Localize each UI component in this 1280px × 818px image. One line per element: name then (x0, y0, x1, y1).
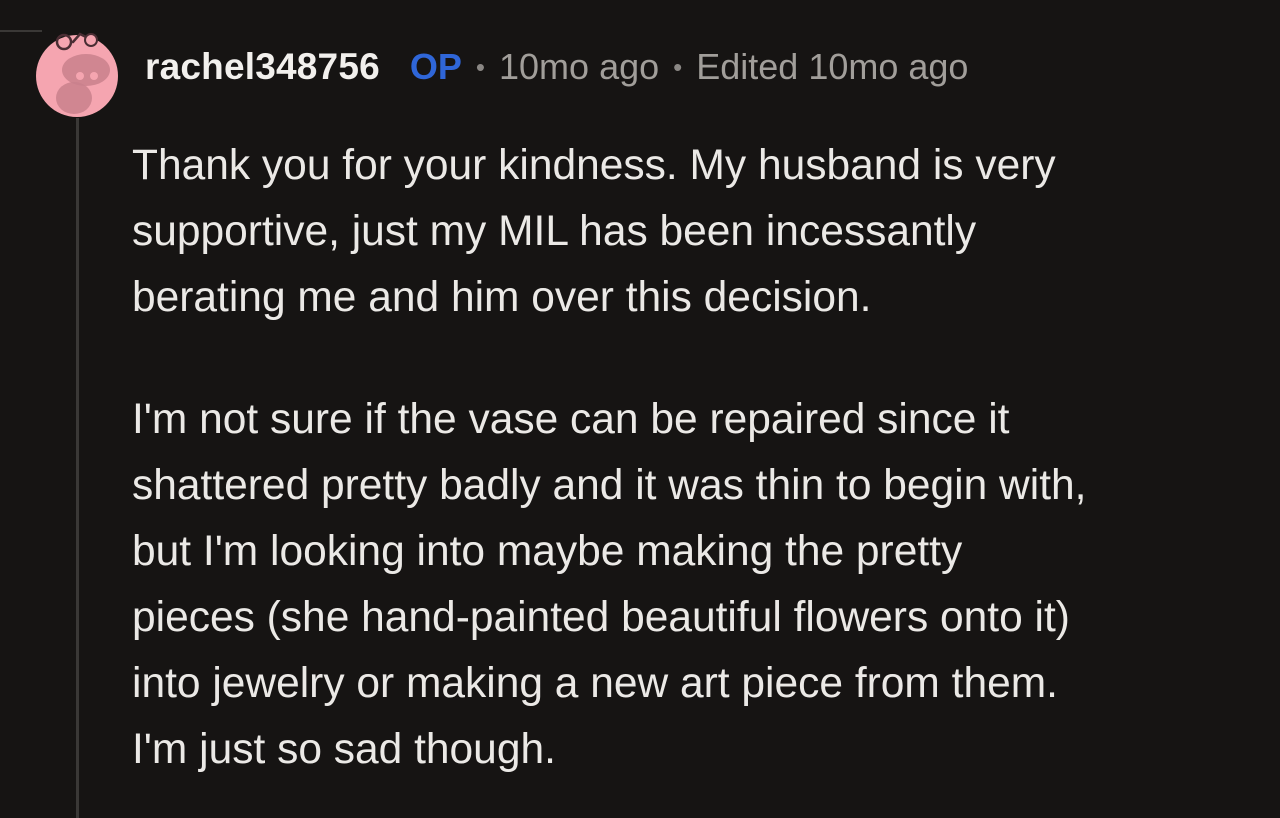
op-badge: OP (409, 46, 462, 87)
posted-timestamp[interactable]: 10mo ago (499, 46, 659, 88)
comment-paragraph: I'm not sure if the vase can be repaired… (132, 387, 1272, 783)
thread-line[interactable] (76, 118, 79, 818)
avatar[interactable] (36, 14, 118, 118)
comment-line: berating me and him over this decision. (132, 274, 872, 321)
edited-timestamp: Edited 10mo ago (696, 46, 969, 87)
snoo-avatar-icon (36, 32, 118, 117)
separator-dot: • (673, 51, 683, 82)
comment-line: Thank you for your kindness. My husband … (132, 142, 1056, 189)
comment-line: I'm not sure if the vase can be repaired… (132, 396, 1010, 443)
author-username[interactable]: rachel348756 (145, 46, 380, 88)
comment-body: Thank you for your kindness. My husband … (132, 133, 1272, 783)
comment-line: supportive, just my MIL has been incessa… (132, 208, 977, 255)
comment-line: shattered pretty badly and it was thin t… (132, 462, 1087, 509)
comment-paragraph: Thank you for your kindness. My husband … (132, 133, 1272, 331)
comment-line: I'm just so sad though. (132, 726, 556, 773)
separator-dot: • (475, 51, 486, 82)
comment: rachel348756 OP • 10mo ago • Edited 10mo… (0, 0, 1280, 818)
comment-line: into jewelry or making a new art piece f… (132, 660, 1058, 707)
comment-line: but I'm looking into maybe making the pr… (132, 528, 963, 575)
comment-line: pieces (she hand-painted beautiful flowe… (132, 594, 1070, 641)
comment-header: rachel348756 OP • 10mo ago • Edited 10mo… (145, 44, 968, 90)
